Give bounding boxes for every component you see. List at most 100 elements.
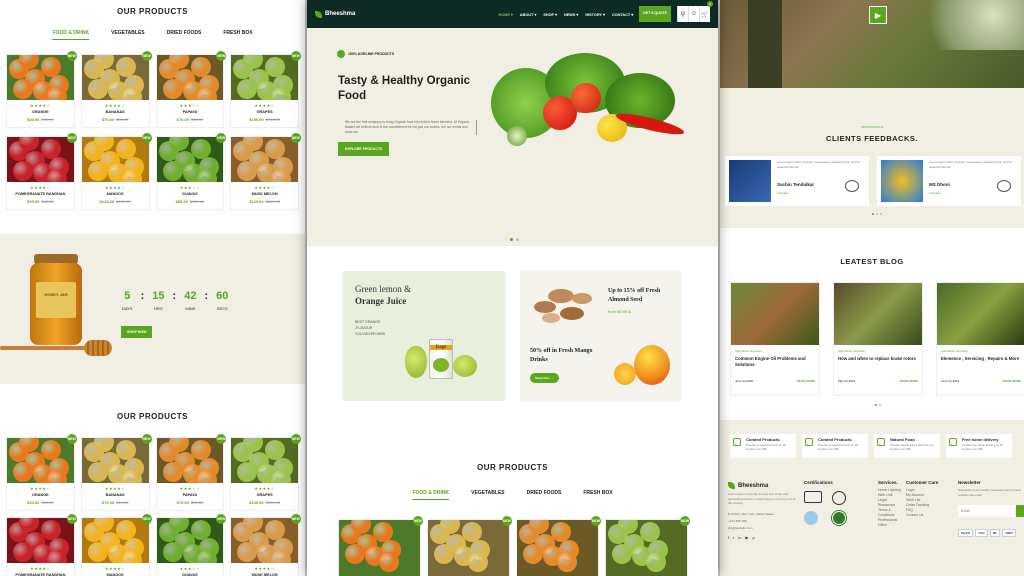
product-card[interactable]: NEW [338,516,423,576]
footer-phone[interactable]: +123 456 789 [728,519,798,523]
shop-now-mango-button[interactable]: Shop Now → [530,373,559,383]
product-image[interactable] [156,518,224,563]
newsletter-email-input[interactable] [958,505,1016,517]
l-tab-3[interactable]: FRESH BOX [223,30,252,40]
nav-item-4[interactable]: HISTORY ▾ [585,12,605,17]
blog-card[interactable]: Agriculture Services Common Engine Oil Pr… [730,282,820,396]
l-tab-0[interactable]: FOOD & DRINK [52,30,90,40]
product-card[interactable]: NEW [605,516,690,576]
pinterest-icon[interactable]: p [752,535,754,540]
product-card[interactable]: NEW★★★★☆MUSK MELON$120.00$150.00 [230,514,301,576]
product-image[interactable] [7,137,74,182]
nav-item-5[interactable]: CONTACT ▾ [612,12,633,17]
play-button[interactable]: ▶ [869,6,887,24]
blog-dots[interactable] [875,404,881,406]
c-tab-2[interactable]: DRIED FOODS [527,490,562,500]
read-more-link[interactable]: READ MORE [797,379,815,383]
product-card[interactable]: NEW★★★★☆MANGOS$130.00$150.00 [80,133,152,210]
product-name[interactable]: POMEGRANATE RANDHAN [7,192,74,196]
product-name[interactable]: BANANAS [82,110,149,114]
product-name[interactable]: MUSK MELON [231,192,298,196]
product-card[interactable]: NEW ★★★★☆ GRAPES $150.00 $190.00 [230,51,301,128]
product-image[interactable] [517,520,598,576]
read-more-link[interactable]: READ MORE [1003,379,1021,383]
search-icon[interactable]: ⚲ [677,6,688,22]
cart-icon[interactable]: 🛒 0 [699,1,713,22]
newsletter-submit-button[interactable] [1016,505,1024,517]
product-card[interactable]: NEW ★★★☆☆ PAPAYA $70.00 $90.00 [155,434,227,511]
product-image[interactable] [606,520,687,576]
product-name[interactable]: MANGOS [82,192,149,196]
product-image[interactable] [81,55,149,100]
product-image[interactable] [81,518,149,563]
user-icon[interactable]: ☺ [688,6,699,22]
product-card[interactable]: NEW ★★★★☆ BANANAS $70.00 $90.00 [80,51,152,128]
product-image[interactable] [231,55,298,100]
blog-card[interactable]: Agriculture Services Elemence , Servicing… [936,282,1024,396]
linkedin-icon[interactable]: in [738,535,741,540]
footer-email[interactable]: info@website.com [728,526,798,530]
nav-item-2[interactable]: SHOP ▾ [543,12,557,17]
product-card[interactable]: NEW ★★★★☆ BANANAS $70.00 $90.00 [80,434,152,511]
l-tab-1[interactable]: VEGETABLES [111,30,145,40]
product-name[interactable]: PAPAYA [157,110,224,114]
product-name[interactable]: PAPAYA [157,493,224,497]
testimonial-dots[interactable] [872,213,882,215]
product-image[interactable] [81,438,149,483]
product-image[interactable] [81,137,149,182]
product-image[interactable] [231,518,298,563]
product-card[interactable]: NEW ★★★★☆ ORANGE $30.00 $40.00 [6,51,77,128]
blog-card[interactable]: Agriculture Services How and when to repl… [833,282,923,396]
nav-item-3[interactable]: NEWS ▾ [564,12,578,17]
blog-post-title[interactable]: Common Engine Oil Problems and Solutions… [731,353,819,375]
product-card[interactable]: NEW★★★☆☆GUAVAS$85.00$110.00 [155,514,227,576]
c-tab-0[interactable]: FOOD & DRINK [412,490,450,500]
read-more-link[interactable]: READ MORE [900,379,918,383]
footer-brand[interactable]: Bheeshma [738,483,768,489]
c-tab-1[interactable]: VEGETABLES [471,490,505,500]
product-card[interactable]: NEW ★★★★☆ GRAPES $150.00 $190.00 [230,434,301,511]
nav-item-1[interactable]: ABOUT ▾ [520,12,536,17]
product-card[interactable]: NEW ★★★★☆ ORANGE $30.00 $40.00 [6,434,77,511]
blog-image[interactable] [937,283,1024,345]
promo-juice[interactable]: Green lemon & Orange Juice BEST ORANGE -F… [343,271,505,401]
product-card[interactable]: NEW★★★★☆MANGOS$130.00$150.00 [80,514,152,576]
product-card[interactable]: NEW [516,516,601,576]
brand-logo[interactable]: Bheeshma [315,10,355,18]
product-card[interactable]: NEW★★★★☆POMEGRANATE RANDHAN$30.00$40.00 [6,514,77,576]
facebook-icon[interactable]: f [728,535,729,540]
product-image[interactable] [7,55,74,100]
product-image[interactable] [7,518,74,563]
product-image[interactable] [156,438,224,483]
customer-care-link[interactable]: Contact Us [906,513,938,518]
product-card[interactable]: NEW [427,516,512,576]
product-image[interactable] [7,438,74,483]
hero-slider-dots[interactable] [510,238,519,241]
youtube-icon[interactable]: ▶ [745,535,748,540]
product-card[interactable]: NEW★★★☆☆GUAVAS$85.00$110.00 [155,133,227,210]
blog-post-title[interactable]: How and when to replace brake rotors [834,353,922,375]
c-tab-3[interactable]: FRESH BOX [583,490,612,500]
product-name[interactable]: ORANGE [7,493,74,497]
blog-image[interactable] [731,283,819,345]
l-tab-2[interactable]: DRIED FOODS [167,30,202,40]
product-name[interactable]: BANANAS [82,493,149,497]
explore-products-button[interactable]: EXPLORE PRODUCTS [338,142,390,156]
product-image[interactable] [231,438,298,483]
promo-almond[interactable]: Up to 15% off Fresh Almond Seed from 60.… [520,271,682,401]
twitter-icon[interactable]: t [733,535,734,540]
product-card[interactable]: NEW★★★★☆POMEGRANATE RANDHAN$30.00$40.00 [6,133,77,210]
product-image[interactable] [428,520,509,576]
services-link[interactable]: Office [878,523,901,528]
blog-image[interactable] [834,283,922,345]
product-image[interactable] [231,137,298,182]
product-image[interactable] [156,55,224,100]
shop-now-button[interactable]: SHOP NOW [121,326,153,338]
product-card[interactable]: NEW★★★★☆MUSK MELON$120.00$150.00 [230,133,301,210]
product-name[interactable]: GRAPES [231,110,298,114]
product-image[interactable] [339,520,420,576]
product-name[interactable]: ORANGE [7,110,74,114]
get-a-quote-button[interactable]: GET A QUOTE [639,6,671,22]
product-name[interactable]: GRAPES [231,493,298,497]
product-card[interactable]: NEW ★★★☆☆ PAPAYA $70.00 $90.00 [155,51,227,128]
